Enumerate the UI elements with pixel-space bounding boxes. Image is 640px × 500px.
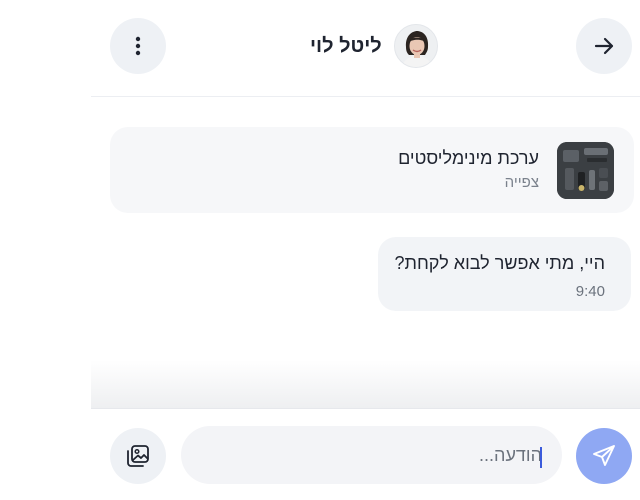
message-input[interactable] bbox=[181, 426, 562, 484]
attach-image-button[interactable] bbox=[110, 428, 166, 484]
send-button[interactable] bbox=[576, 428, 632, 484]
message-text: היי, מתי אפשר לבוא לקחת? bbox=[394, 253, 605, 273]
listing-card[interactable]: ערכת מינימליסטים צפייה bbox=[110, 127, 634, 213]
avatar bbox=[393, 24, 438, 68]
product-thumbnail-image bbox=[557, 142, 614, 199]
message-time: 9:40 bbox=[575, 283, 605, 300]
chat-header: ליטל לוי bbox=[91, 0, 640, 97]
message-input-wrapper[interactable] bbox=[181, 426, 562, 484]
more-options-button[interactable] bbox=[110, 18, 166, 74]
listing-status: צפייה bbox=[504, 174, 539, 191]
contact-name: ליטל לוי bbox=[310, 34, 382, 57]
message-bubble: היי, מתי אפשר לבוא לקחת? 9:40 bbox=[378, 237, 631, 311]
composer-fade bbox=[91, 360, 640, 408]
back-button[interactable] bbox=[576, 18, 632, 74]
send-icon bbox=[593, 445, 615, 466]
chat-panel: ליטל לוי ערכת מינימליסטים צפייה היי, מתי… bbox=[91, 0, 640, 500]
more-vertical-icon bbox=[135, 36, 141, 56]
image-gallery-icon bbox=[127, 445, 149, 467]
contact-info[interactable]: ליטל לוי bbox=[310, 24, 438, 68]
arrow-right-icon bbox=[594, 37, 614, 55]
product-thumbnail bbox=[557, 142, 614, 199]
listing-title: ערכת מינימליסטים bbox=[398, 148, 539, 168]
text-caret bbox=[540, 447, 542, 468]
message-composer bbox=[91, 408, 640, 500]
user-avatar-image bbox=[394, 25, 437, 67]
